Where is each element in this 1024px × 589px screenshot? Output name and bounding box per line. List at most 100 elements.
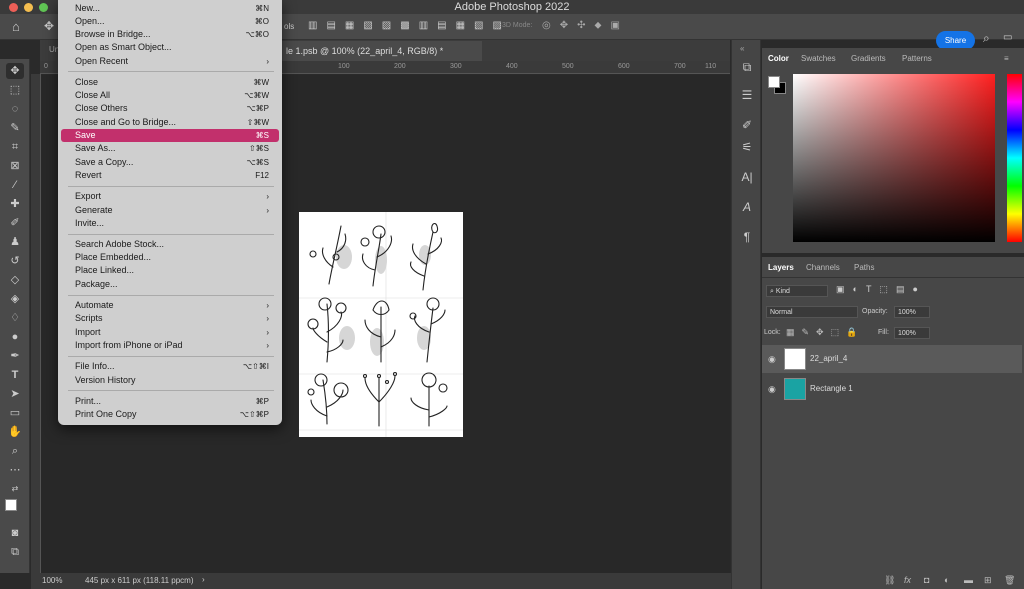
history-brush-icon[interactable]: ↺ bbox=[6, 253, 24, 269]
crop-tool-icon[interactable]: ⌗ bbox=[6, 139, 24, 155]
mask-icon[interactable]: ◘ bbox=[924, 575, 929, 585]
document-canvas[interactable] bbox=[299, 212, 463, 437]
menu-item-place-embedded[interactable]: Place Embedded... bbox=[61, 251, 279, 264]
menu-item-open[interactable]: Open... ⌘O bbox=[61, 15, 279, 28]
foreground-color-swatch[interactable] bbox=[5, 499, 17, 511]
adjustments-panel-icon[interactable]: ☰ bbox=[738, 86, 756, 104]
zoom-level[interactable]: 100% bbox=[42, 576, 62, 585]
search-icon[interactable]: ⌕ bbox=[983, 31, 990, 46]
blur-tool-icon[interactable]: ♢ bbox=[6, 310, 24, 326]
menu-item-open-smart-object[interactable]: Open as Smart Object... bbox=[61, 41, 279, 54]
status-menu-arrow[interactable]: › bbox=[202, 575, 205, 584]
menu-item-open-recent[interactable]: Open Recent › bbox=[61, 55, 279, 68]
foreground-swatch[interactable] bbox=[768, 76, 780, 88]
menu-item-scripts[interactable]: Scripts › bbox=[61, 312, 279, 325]
screen-mode-icon[interactable]: ⧉ bbox=[6, 544, 24, 560]
healing-brush-icon[interactable]: ✚ bbox=[6, 196, 24, 212]
menu-item-print-one-copy[interactable]: Print One Copy ⌥⇧⌘P bbox=[61, 408, 279, 421]
eraser-tool-icon[interactable]: ◇ bbox=[6, 272, 24, 288]
rectangle-tool-icon[interactable]: ▭ bbox=[6, 405, 24, 421]
menu-item-close-all[interactable]: Close All ⌥⌘W bbox=[61, 89, 279, 102]
menu-item-revert[interactable]: Revert F12 bbox=[61, 169, 279, 182]
type-tool-icon[interactable]: T bbox=[6, 367, 24, 383]
collapse-panels-icon[interactable]: « bbox=[740, 44, 744, 53]
3d-tool-icons[interactable]: ◎✥✣⬥▣ bbox=[542, 20, 629, 31]
align-icons[interactable]: ▥▤▦▧▨▩▥▤▦▧▨ bbox=[308, 20, 511, 31]
tab-swatches[interactable]: Swatches bbox=[801, 54, 836, 63]
history-panel-icon[interactable]: ⧉ bbox=[738, 58, 756, 76]
workspace-icon[interactable]: ▭ bbox=[1003, 32, 1012, 43]
lasso-tool-icon[interactable]: ◌ bbox=[6, 101, 24, 117]
zoom-tool-icon[interactable]: ⌕ bbox=[6, 443, 24, 459]
tab-channels[interactable]: Channels bbox=[806, 263, 840, 272]
frame-tool-icon[interactable]: ⊠ bbox=[6, 158, 24, 174]
menu-item-save-a-copy[interactable]: Save a Copy... ⌥⌘S bbox=[61, 156, 279, 169]
opacity-field[interactable]: 100% bbox=[894, 306, 930, 318]
home-icon[interactable]: ⌂ bbox=[12, 19, 20, 34]
quick-selection-icon[interactable]: ✎ bbox=[6, 120, 24, 136]
tab-paths[interactable]: Paths bbox=[854, 263, 874, 272]
tab-gradients[interactable]: Gradients bbox=[851, 54, 886, 63]
filter-kind-select[interactable]: ⌕ Kind bbox=[766, 285, 828, 297]
panel-menu-icon[interactable]: ≡ bbox=[1004, 54, 1009, 63]
document-tab[interactable]: le 1.psb @ 100% (22_april_4, RGB/8) * bbox=[282, 41, 482, 61]
trash-icon[interactable]: 🗑 bbox=[1004, 575, 1015, 586]
brush-settings-icon[interactable]: ⚟ bbox=[738, 138, 756, 156]
stamp-tool-icon[interactable]: ♟ bbox=[6, 234, 24, 250]
fill-field[interactable]: 100% bbox=[894, 327, 930, 339]
paint-bucket-icon[interactable]: ◈ bbox=[6, 291, 24, 307]
character-panel-icon[interactable]: A| bbox=[738, 168, 756, 186]
menu-item-automate[interactable]: Automate › bbox=[61, 299, 279, 312]
eyedropper-icon[interactable]: ⁄ bbox=[6, 177, 24, 193]
menu-item-search-adobe-stock[interactable]: Search Adobe Stock... bbox=[61, 238, 279, 251]
layer-filter-icons[interactable]: ▣◐T⬚▤● bbox=[836, 284, 926, 295]
link-icon[interactable]: ⛓ bbox=[884, 575, 895, 586]
tab-color[interactable]: Color bbox=[768, 54, 789, 63]
menu-item-browse-in-bridge[interactable]: Browse in Bridge... ⌥⌘O bbox=[61, 28, 279, 41]
move-tool-option-icon[interactable]: ✥ bbox=[44, 19, 54, 33]
fx-icon[interactable]: fx bbox=[904, 575, 911, 585]
layer-row[interactable]: ◉ Rectangle 1 bbox=[762, 375, 1022, 403]
paragraph-panel-icon[interactable]: ¶ bbox=[738, 228, 756, 246]
quick-mask-icon[interactable]: ◙ bbox=[6, 525, 24, 541]
menu-item-print[interactable]: Print... ⌘P bbox=[61, 395, 279, 408]
tab-layers[interactable]: Layers bbox=[768, 263, 794, 272]
marquee-tool-icon[interactable]: ⬚ bbox=[6, 82, 24, 98]
swap-colors-icon[interactable]: ⇄ bbox=[6, 481, 24, 497]
menu-item-place-linked[interactable]: Place Linked... bbox=[61, 264, 279, 277]
group-icon[interactable]: ▬ bbox=[964, 575, 973, 585]
dodge-tool-icon[interactable]: ● bbox=[6, 329, 24, 345]
blend-mode-select[interactable]: Normal bbox=[766, 306, 858, 318]
path-selection-icon[interactable]: ➤ bbox=[6, 386, 24, 402]
menu-item-save-as[interactable]: Save As... ⇧⌘S bbox=[61, 142, 279, 155]
menu-item-version-history[interactable]: Version History bbox=[61, 374, 279, 387]
layer-row[interactable]: ◉ 22_april_4 bbox=[762, 345, 1022, 373]
adjustment-icon[interactable]: ◐ bbox=[944, 575, 949, 585]
menu-item-import[interactable]: Import › bbox=[61, 326, 279, 339]
tab-patterns[interactable]: Patterns bbox=[902, 54, 932, 63]
menu-item-import-from-iphone[interactable]: Import from iPhone or iPad › bbox=[61, 339, 279, 352]
pen-tool-icon[interactable]: ✒ bbox=[6, 348, 24, 364]
hand-tool-icon[interactable]: ✋ bbox=[6, 424, 24, 440]
menu-item-generate[interactable]: Generate › bbox=[61, 204, 279, 217]
zoom-window-button[interactable] bbox=[39, 3, 48, 12]
menu-item-new[interactable]: New... ⌘N bbox=[61, 2, 279, 15]
lock-icons[interactable]: ▦✎✥⬚🔒 bbox=[786, 327, 864, 338]
menu-item-package[interactable]: Package... bbox=[61, 278, 279, 291]
brush-tool-icon[interactable]: ✐ bbox=[6, 215, 24, 231]
menu-item-file-info[interactable]: File Info... ⌥⇧⌘I bbox=[61, 360, 279, 373]
glyphs-panel-icon[interactable]: A bbox=[738, 198, 756, 216]
menu-item-save[interactable]: Save ⌘S bbox=[61, 129, 279, 142]
menu-item-close-go-to-bridge[interactable]: Close and Go to Bridge... ⇧⌘W bbox=[61, 116, 279, 129]
menu-item-close-others[interactable]: Close Others ⌥⌘P bbox=[61, 102, 279, 115]
more-tools-icon[interactable]: ⋯ bbox=[6, 462, 24, 478]
menu-item-export[interactable]: Export › bbox=[61, 190, 279, 203]
close-window-button[interactable] bbox=[9, 3, 18, 12]
minimize-window-button[interactable] bbox=[24, 3, 33, 12]
brush-panel-icon[interactable]: ✐ bbox=[738, 116, 756, 134]
move-tool-icon[interactable]: ✥ bbox=[6, 63, 24, 79]
menu-item-invite[interactable]: Invite... bbox=[61, 217, 279, 230]
hue-slider[interactable] bbox=[1007, 74, 1022, 242]
new-layer-icon[interactable]: ⊞ bbox=[984, 575, 992, 586]
visibility-eye-icon[interactable]: ◉ bbox=[768, 384, 776, 395]
